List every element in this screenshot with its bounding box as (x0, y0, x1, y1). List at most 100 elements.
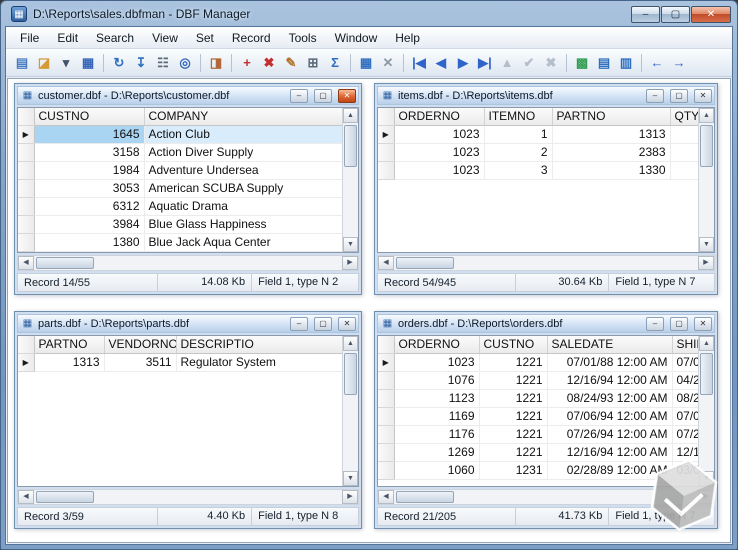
grid-cell[interactable]: 3 (484, 161, 552, 179)
current-row-indicator[interactable]: ▶ (18, 125, 34, 143)
grid-cell[interactable]: 1984 (34, 161, 144, 179)
row-selector[interactable] (378, 425, 394, 443)
scroll-up-icon[interactable]: ▲ (343, 336, 358, 351)
child-maximize-button[interactable]: ▢ (314, 89, 332, 103)
grid-cell[interactable]: 07/26/ (672, 425, 698, 443)
maximize-button[interactable]: ▢ (661, 6, 690, 23)
column-header-itemno[interactable]: ITEMNO (484, 108, 552, 125)
row-selector[interactable] (378, 407, 394, 425)
current-row-indicator[interactable]: ▶ (378, 125, 394, 143)
grid-cell[interactable]: 1169 (394, 407, 479, 425)
menu-item-window[interactable]: Window (327, 29, 386, 47)
open-icon[interactable]: ◪ (33, 52, 55, 74)
row-selector[interactable] (378, 371, 394, 389)
last-record-icon[interactable]: ▶| (474, 52, 496, 74)
cascade-windows-icon[interactable]: ▩ (571, 52, 593, 74)
refresh-icon[interactable]: ↻ (108, 52, 130, 74)
scroll-up-icon[interactable]: ▲ (699, 336, 714, 351)
grid-cell[interactable]: Action Club (144, 125, 342, 143)
child-minimize-button[interactable]: – (290, 317, 308, 331)
menu-item-set[interactable]: Set (188, 29, 222, 47)
grid-cell[interactable] (670, 143, 698, 161)
scroll-down-icon[interactable]: ▼ (343, 471, 358, 486)
grid-cell[interactable]: 07/06/ (672, 407, 698, 425)
child-title-bar[interactable]: ▦ items.dbf - D:\Reports\items.dbf – ▢ ✕ (377, 86, 715, 105)
scroll-down-icon[interactable]: ▼ (699, 237, 714, 252)
row-selector[interactable] (18, 143, 34, 161)
scroll-thumb[interactable] (344, 353, 357, 395)
scroll-up-icon[interactable]: ▲ (343, 108, 358, 123)
scroll-thumb[interactable] (396, 491, 454, 503)
column-header-orderno[interactable]: ORDERNO (394, 108, 484, 125)
statistics-icon[interactable]: Σ (324, 52, 346, 74)
child-maximize-button[interactable]: ▢ (314, 317, 332, 331)
first-record-icon[interactable]: |◀ (408, 52, 430, 74)
child-close-button[interactable]: ✕ (694, 317, 712, 331)
back-icon[interactable]: ← (646, 52, 668, 74)
scroll-track[interactable] (94, 490, 342, 504)
horizontal-scrollbar[interactable]: ◀ ▶ (377, 489, 715, 505)
title-bar[interactable]: ▦ D:\Reports\sales.dbfman - DBF Manager … (5, 1, 733, 26)
row-selector[interactable] (18, 197, 34, 215)
child-title-bar[interactable]: ▦ parts.dbf - D:\Reports\parts.dbf – ▢ ✕ (17, 314, 359, 333)
minimize-button[interactable]: – (631, 6, 660, 23)
grid-cell[interactable]: Aquatic Drama (144, 197, 342, 215)
scroll-thumb[interactable] (36, 491, 94, 503)
prior-record-icon[interactable]: ◀ (430, 52, 452, 74)
row-selector[interactable] (18, 161, 34, 179)
tile-vertical-icon[interactable]: ▥ (615, 52, 637, 74)
menu-item-record[interactable]: Record (224, 29, 279, 47)
menu-item-edit[interactable]: Edit (49, 29, 86, 47)
row-selector[interactable] (378, 443, 394, 461)
grid-cell[interactable]: 08/24/93 12:00 AM (547, 389, 672, 407)
current-row-indicator[interactable]: ▶ (378, 353, 394, 371)
import-icon[interactable]: ↧ (130, 52, 152, 74)
column-header-custno[interactable]: CUSTNO (479, 336, 547, 353)
column-header-shipdate[interactable]: SHIPDATE (672, 336, 698, 353)
grid-cell[interactable]: Action Diver Supply (144, 143, 342, 161)
grid-cell[interactable]: American SCUBA Supply (144, 179, 342, 197)
grid-cell[interactable]: Blue Glass Happiness (144, 215, 342, 233)
vertical-scrollbar[interactable]: ▲ ▼ (342, 108, 358, 252)
menu-item-view[interactable]: View (144, 29, 186, 47)
print-preview-icon[interactable]: ◎ (174, 52, 196, 74)
row-selector[interactable] (378, 389, 394, 407)
grid-cell[interactable]: 1221 (479, 371, 547, 389)
horizontal-scrollbar[interactable]: ◀ ▶ (17, 489, 359, 505)
grid-cell[interactable]: 1060 (394, 461, 479, 479)
column-header-saledate[interactable]: SALEDATE (547, 336, 672, 353)
tile-horizontal-icon[interactable]: ▤ (593, 52, 615, 74)
column-header-company[interactable]: COMPANY (144, 108, 342, 125)
table-structure-icon[interactable]: ▦ (355, 52, 377, 74)
scroll-thumb[interactable] (344, 125, 357, 167)
column-header-vendorno[interactable]: VENDORNO (104, 336, 176, 353)
grid-cell[interactable]: 1221 (479, 425, 547, 443)
scroll-right-icon[interactable]: ▶ (342, 256, 358, 270)
grid-cell[interactable]: 1123 (394, 389, 479, 407)
menu-item-help[interactable]: Help (387, 29, 428, 47)
grid-cell[interactable]: 1076 (394, 371, 479, 389)
current-row-indicator[interactable]: ▶ (18, 353, 34, 371)
child-close-button[interactable]: ✕ (694, 89, 712, 103)
grid-cell[interactable]: 1 (484, 125, 552, 143)
scroll-right-icon[interactable]: ▶ (698, 256, 714, 270)
scroll-track[interactable] (343, 395, 358, 471)
close-table-icon[interactable]: ✕ (377, 52, 399, 74)
forward-icon[interactable]: → (668, 52, 690, 74)
scroll-track[interactable] (94, 256, 342, 270)
grid-cell[interactable]: 12/16/ (672, 443, 698, 461)
grid-cell[interactable]: 3511 (104, 353, 176, 371)
grid-cell[interactable]: 03/01/ (672, 461, 698, 479)
scroll-right-icon[interactable]: ▶ (698, 490, 714, 504)
grid-cell[interactable]: 3053 (34, 179, 144, 197)
child-maximize-button[interactable]: ▢ (670, 317, 688, 331)
grid-cell[interactable]: 1221 (479, 407, 547, 425)
scroll-track[interactable] (699, 167, 714, 237)
column-header-qty[interactable]: QTY (670, 108, 698, 125)
grid-cell[interactable]: 1313 (552, 125, 670, 143)
scroll-track[interactable] (454, 256, 698, 270)
calculator-icon[interactable]: ⊞ (302, 52, 324, 74)
child-minimize-button[interactable]: – (646, 89, 664, 103)
grid-cell[interactable]: 1221 (479, 443, 547, 461)
exit-icon[interactable]: ◨ (205, 52, 227, 74)
